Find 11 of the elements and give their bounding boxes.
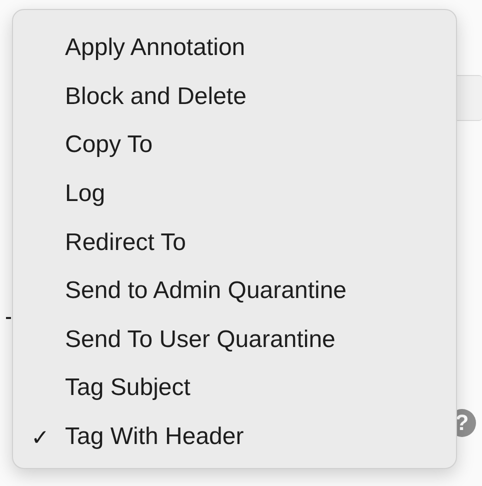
- menu-item[interactable]: Redirect To: [65, 224, 186, 261]
- menu-item[interactable]: Send To User Quarantine: [65, 322, 336, 358]
- menu-item[interactable]: Tag Subject: [65, 370, 190, 406]
- menu-item[interactable]: Tag With Header: [65, 419, 244, 456]
- menu-item[interactable]: Log: [65, 176, 106, 212]
- check-mark: ✓: [31, 424, 50, 452]
- menu-item[interactable]: Apply Annotation: [65, 30, 246, 66]
- menu-item[interactable]: Send to Admin Quarantine: [65, 273, 347, 310]
- menu-item[interactable]: Block and Delete: [65, 78, 246, 115]
- menu-item[interactable]: Copy To: [65, 127, 153, 164]
- dash-mark: [6, 317, 11, 319]
